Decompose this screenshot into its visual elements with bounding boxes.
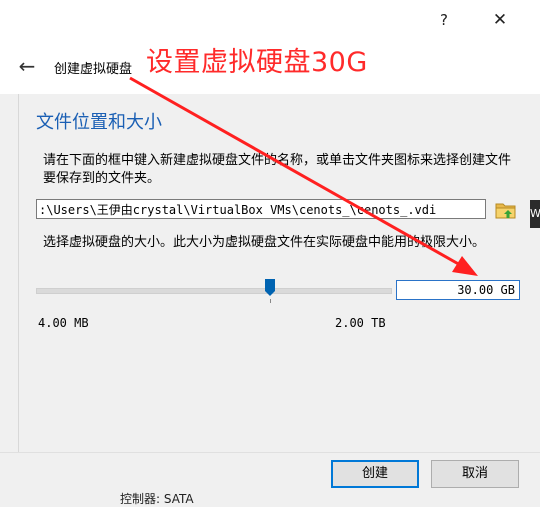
background-controller-text: 控制器: SATA xyxy=(120,492,194,506)
help-button[interactable]: ? xyxy=(427,8,461,32)
page-title: 创建虚拟硬盘 xyxy=(54,62,133,77)
slider-tick xyxy=(270,299,271,303)
folder-icon[interactable] xyxy=(494,199,518,221)
min-size-label: 4.00 MB xyxy=(38,316,89,330)
size-description: 选择虚拟硬盘的大小。此大小为虚拟硬盘文件在实际硬盘中能用的极限大小。 xyxy=(43,235,486,250)
content-panel xyxy=(18,94,526,452)
create-button[interactable]: 创建 xyxy=(331,460,419,488)
back-arrow-icon[interactable]: ← xyxy=(14,53,40,79)
title-bar: ? ✕ xyxy=(0,0,540,40)
close-button[interactable]: ✕ xyxy=(483,8,517,32)
create-virtual-disk-dialog: ? ✕ ← 创建虚拟硬盘 设置虚拟硬盘30G 文件位置和大小 请在下面的框中键入… xyxy=(0,0,540,506)
disk-size-slider[interactable] xyxy=(36,277,392,307)
location-description: 请在下面的框中键入新建虚拟硬盘文件的名称，或单击文件夹图标来选择创建文件要保存到… xyxy=(43,153,512,186)
file-path-input[interactable]: :\Users\王伊由crystal\VirtualBox VMs\cenots… xyxy=(36,199,486,219)
section-heading: 文件位置和大小 xyxy=(36,112,162,133)
max-size-label: 2.00 TB xyxy=(335,316,386,330)
slider-track xyxy=(36,288,392,294)
cancel-button[interactable]: 取消 xyxy=(431,460,519,488)
footer-divider xyxy=(0,452,540,453)
background-window-edge: W xyxy=(530,200,540,228)
slider-handle[interactable] xyxy=(265,279,275,296)
disk-size-input[interactable]: 30.00 GB xyxy=(396,280,520,300)
annotation-text: 设置虚拟硬盘30G xyxy=(146,47,368,78)
